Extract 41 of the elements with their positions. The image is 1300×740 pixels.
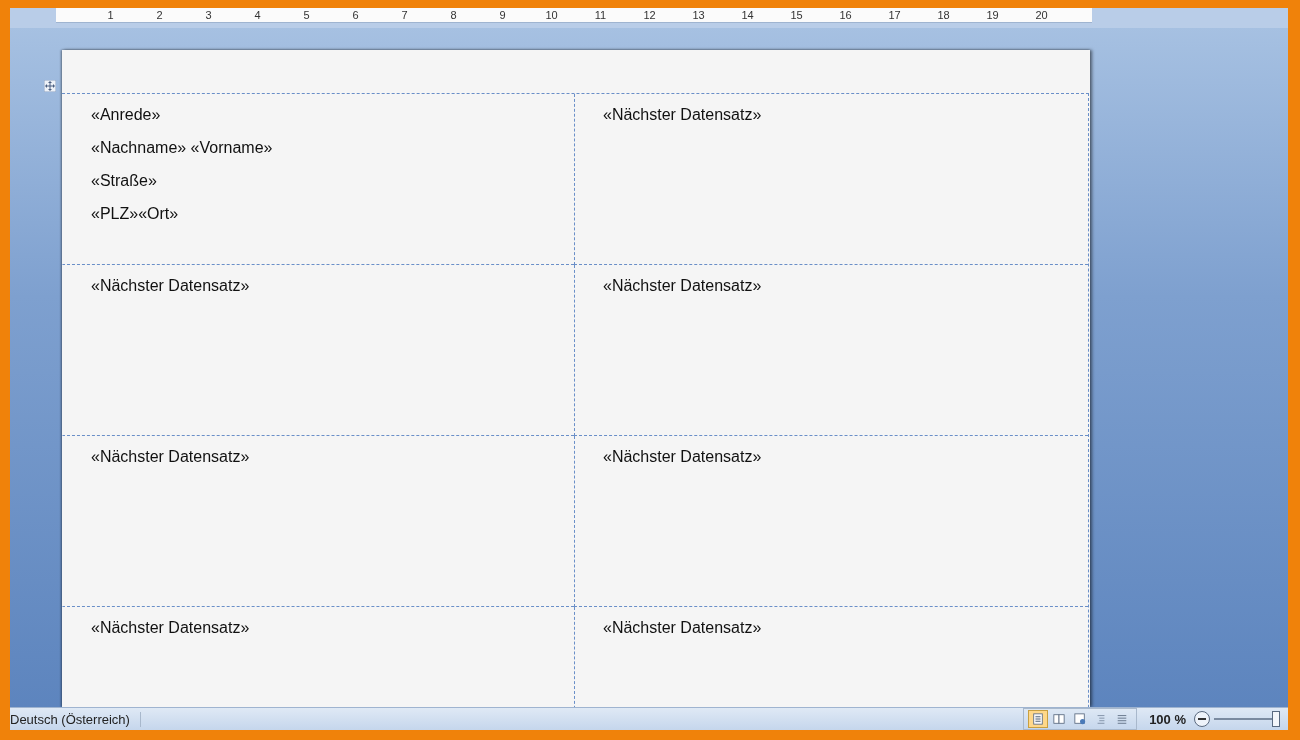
ruler-number: 20 — [1034, 8, 1049, 22]
page-icon — [1032, 712, 1045, 726]
slider-thumb[interactable] — [1272, 711, 1280, 727]
zoom-slider[interactable] — [1214, 711, 1280, 727]
ruler-number: 2 — [155, 8, 164, 22]
ruler-number: 4 — [253, 8, 262, 22]
ruler-number: 11 — [593, 8, 608, 22]
merge-field: «Nächster Datensatz» — [91, 269, 250, 302]
ruler-number: 14 — [740, 8, 755, 22]
ruler-number: 7 — [400, 8, 409, 22]
zoom-out-button[interactable] — [1194, 711, 1210, 727]
zoom-level[interactable]: 100 % — [1149, 711, 1186, 727]
ruler-number: 9 — [498, 8, 507, 22]
ruler-number: 18 — [936, 8, 951, 22]
ruler-number: 17 — [887, 8, 902, 22]
ruler-number: 12 — [642, 8, 657, 22]
merge-field: «PLZ»«Ort» — [91, 197, 179, 230]
ruler-number: 3 — [204, 8, 213, 22]
ruler-number: 8 — [449, 8, 458, 22]
merge-field: «Nächster Datensatz» — [603, 98, 762, 131]
merge-field: «Straße» — [91, 164, 157, 197]
merge-field: «Nächster Datensatz» — [603, 440, 762, 473]
merge-field: «Nächster Datensatz» — [91, 440, 250, 473]
ruler-number: 1 — [106, 8, 115, 22]
merge-field: «Nächster Datensatz» — [603, 269, 762, 302]
move-handle-icon[interactable] — [44, 80, 56, 92]
merge-field: «Anrede» — [91, 98, 161, 131]
ruler-number: 13 — [691, 8, 706, 22]
ruler-number: 10 — [544, 8, 559, 22]
view-button[interactable] — [1028, 710, 1049, 728]
ruler-number: 5 — [302, 8, 311, 22]
open-book-icon — [1053, 712, 1066, 726]
merge-field: «Nächster Datensatz» — [91, 611, 250, 644]
lines-icon — [1116, 712, 1129, 726]
merge-field: «Nachname» «Vorname» — [91, 131, 273, 164]
ruler-number: 19 — [985, 8, 1000, 22]
ruler-number: 6 — [351, 8, 360, 22]
language-indicator[interactable]: Deutsch (Österreich) — [10, 711, 141, 727]
ruler-number: 15 — [789, 8, 804, 22]
merge-field: «Nächster Datensatz» — [603, 611, 762, 644]
ruler-number: 16 — [838, 8, 853, 22]
